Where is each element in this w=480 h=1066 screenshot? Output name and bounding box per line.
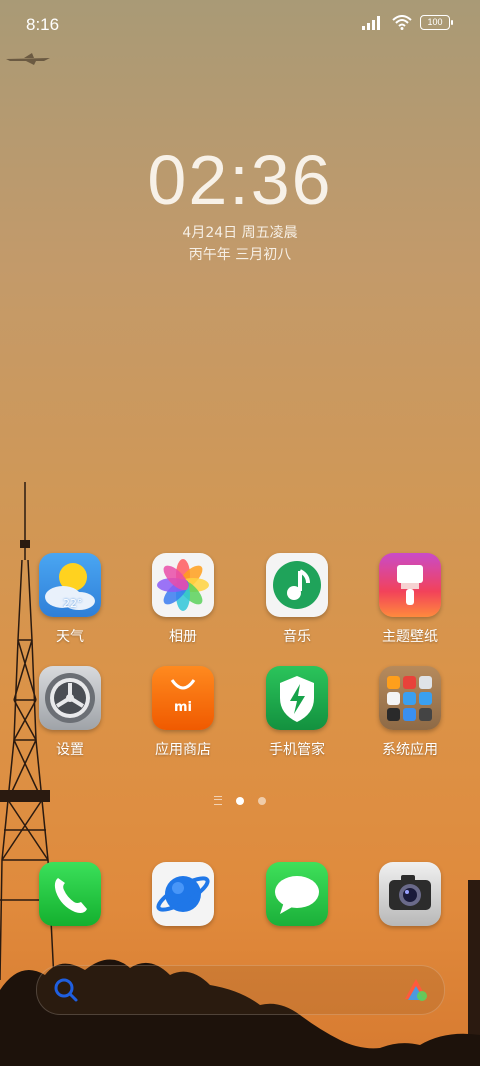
music-icon — [266, 553, 328, 617]
app-store-icon: mi — [152, 666, 214, 730]
browser-icon — [152, 862, 214, 926]
camera-icon — [379, 862, 441, 926]
app-gallery[interactable]: 相册 — [128, 553, 238, 646]
gallery-icon — [152, 553, 214, 617]
app-security[interactable]: 手机管家 — [242, 666, 352, 759]
assistant-icon[interactable] — [402, 976, 430, 1004]
app-label: 手机管家 — [269, 742, 325, 758]
app-label: 天气 — [56, 629, 84, 645]
phone-icon — [39, 862, 101, 926]
app-label: 系统应用 — [382, 742, 438, 758]
page-dot-1[interactable] — [236, 796, 244, 805]
app-drawer-indicator[interactable] — [214, 796, 222, 805]
themes-icon — [379, 553, 441, 617]
signal-icon — [362, 15, 380, 30]
app-store[interactable]: mi 应用商店 — [128, 666, 238, 759]
app-label: 主题壁纸 — [382, 629, 438, 645]
folder-icon — [379, 666, 441, 730]
dock-messages[interactable] — [242, 862, 352, 926]
security-icon — [266, 666, 328, 730]
status-icons: 100 — [362, 15, 453, 30]
app-settings[interactable]: 设置 — [15, 666, 125, 759]
app-label: 相册 — [169, 629, 197, 645]
app-themes[interactable]: 主题壁纸 — [355, 553, 465, 646]
search-bar[interactable] — [36, 965, 445, 1015]
page-dot-2[interactable] — [258, 796, 266, 805]
dock-browser[interactable] — [128, 862, 238, 926]
mi-logo: mi — [173, 700, 192, 715]
page-indicator — [0, 796, 480, 805]
app-label: 设置 — [56, 742, 84, 758]
weather-icon: 22° — [39, 553, 101, 617]
status-bar: 8:16 100 — [0, 0, 480, 52]
dock-phone[interactable] — [15, 862, 125, 926]
weather-temp: 22° — [63, 597, 83, 610]
dock-camera[interactable] — [355, 862, 465, 926]
clock-widget[interactable]: 02:36 — [0, 140, 480, 220]
folder-system-apps[interactable]: 系统应用 — [355, 666, 465, 759]
plane-icon — [6, 53, 50, 65]
status-time: 8:16 — [26, 15, 60, 34]
date-text: 4月24日 周五凌晨 — [182, 225, 298, 241]
battery-icon: 100 — [420, 15, 453, 30]
app-label: 应用商店 — [155, 742, 211, 758]
settings-icon — [39, 666, 101, 730]
app-music[interactable]: 音乐 — [242, 553, 352, 646]
wifi-icon — [392, 15, 412, 30]
app-weather[interactable]: 22° 天气 — [15, 553, 125, 646]
lunar-date-text: 丙午年 三月初八 — [188, 247, 292, 263]
app-label: 音乐 — [283, 629, 311, 645]
search-icon — [54, 978, 78, 1002]
messages-icon — [266, 862, 328, 926]
